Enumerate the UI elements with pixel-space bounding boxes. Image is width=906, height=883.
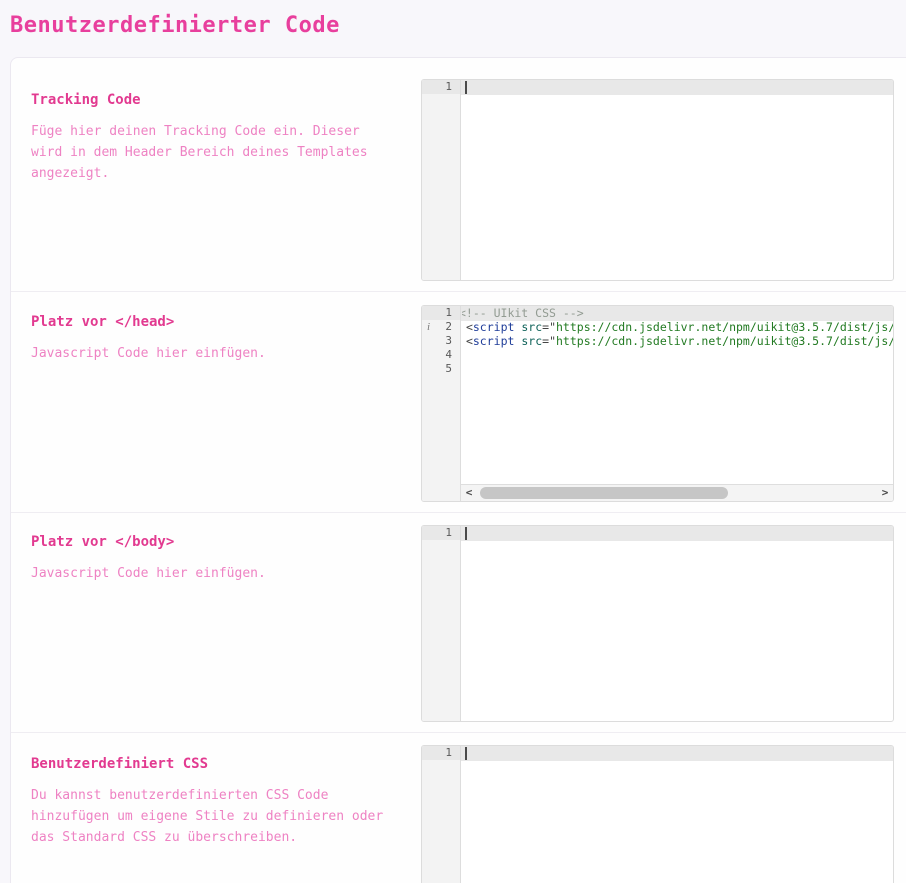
editor-gutter: 1i2345 bbox=[422, 306, 461, 501]
line-number: 1 bbox=[422, 526, 460, 540]
editor-gutter: 1 bbox=[422, 80, 461, 280]
section-description: Füge hier deinen Tracking Code ein. Dies… bbox=[31, 121, 396, 184]
page-title: Benutzerdefinierter Code bbox=[0, 0, 906, 38]
code-line: <script src="https://cdn.jsdelivr.net/np… bbox=[462, 334, 893, 348]
code-editor-body[interactable]: 1 bbox=[421, 525, 894, 722]
editor-code[interactable] bbox=[462, 746, 893, 883]
gutter-info-marker-icon: i bbox=[427, 320, 430, 334]
code-editor-head[interactable]: 1i2345 <!-- UIkit CSS --> <script src="h… bbox=[421, 305, 894, 502]
section-editor-column: 1 bbox=[421, 745, 894, 883]
settings-card: Tracking Code Füge hier deinen Tracking … bbox=[10, 57, 906, 883]
editor-gutter: 1 bbox=[422, 526, 461, 721]
code-line: <!-- UIkit CSS --> bbox=[462, 306, 893, 320]
editor-gutter: 1 bbox=[422, 746, 461, 883]
section-text-column: Tracking Code Füge hier deinen Tracking … bbox=[31, 79, 421, 291]
code-editor-tracking[interactable]: 1 bbox=[421, 79, 894, 281]
section-benutzerdefiniert-css: Benutzerdefiniert CSS Du kannst benutzer… bbox=[11, 732, 906, 883]
code-line bbox=[462, 80, 893, 94]
editor-code[interactable]: <!-- UIkit CSS --> <script src="https://… bbox=[462, 306, 893, 501]
section-text-column: Platz vor </body> Javascript Code hier e… bbox=[31, 525, 421, 732]
section-text-column: Benutzerdefiniert CSS Du kannst benutzer… bbox=[31, 745, 421, 883]
section-tracking-code: Tracking Code Füge hier deinen Tracking … bbox=[11, 58, 906, 291]
line-number: 5 bbox=[422, 362, 460, 376]
section-platz-vor-head: Platz vor </head> Javascript Code hier e… bbox=[11, 291, 906, 512]
code-line bbox=[462, 526, 893, 540]
section-editor-column: 1 bbox=[421, 525, 894, 732]
line-number: 1 bbox=[422, 746, 460, 760]
scroll-left-arrow-icon[interactable]: < bbox=[461, 485, 477, 501]
section-editor-column: 1i2345 <!-- UIkit CSS --> <script src="h… bbox=[421, 305, 894, 512]
section-text-column: Platz vor </head> Javascript Code hier e… bbox=[31, 305, 421, 512]
custom-code-page: Benutzerdefinierter Code Tracking Code F… bbox=[0, 0, 906, 883]
line-number: 3 bbox=[422, 334, 460, 348]
text-cursor bbox=[465, 81, 467, 94]
editor-code[interactable] bbox=[462, 526, 893, 721]
editor-code[interactable] bbox=[462, 80, 893, 280]
code-line bbox=[462, 746, 893, 760]
section-heading: Platz vor </body> bbox=[31, 534, 396, 550]
section-description: Javascript Code hier einfügen. bbox=[31, 343, 396, 364]
line-number: 1 bbox=[422, 80, 460, 94]
line-number: 1 bbox=[422, 306, 460, 320]
section-platz-vor-body: Platz vor </body> Javascript Code hier e… bbox=[11, 512, 906, 732]
section-description: Javascript Code hier einfügen. bbox=[31, 563, 396, 584]
code-line bbox=[462, 362, 893, 376]
section-editor-column: 1 bbox=[421, 79, 894, 291]
section-heading: Benutzerdefiniert CSS bbox=[31, 756, 396, 772]
horizontal-scrollbar[interactable]: <> bbox=[461, 484, 893, 501]
scroll-right-arrow-icon[interactable]: > bbox=[877, 485, 893, 501]
code-editor-css[interactable]: 1 bbox=[421, 745, 894, 883]
code-line bbox=[462, 348, 893, 362]
line-number: i2 bbox=[422, 320, 460, 334]
scroll-thumb[interactable] bbox=[480, 487, 728, 499]
text-cursor bbox=[465, 747, 467, 760]
text-cursor bbox=[465, 527, 467, 540]
section-heading: Tracking Code bbox=[31, 92, 396, 108]
line-number: 4 bbox=[422, 348, 460, 362]
section-description: Du kannst benutzerdefinierten CSS Code h… bbox=[31, 785, 396, 848]
code-line: <script src="https://cdn.jsdelivr.net/np… bbox=[462, 320, 893, 334]
section-heading: Platz vor </head> bbox=[31, 314, 396, 330]
